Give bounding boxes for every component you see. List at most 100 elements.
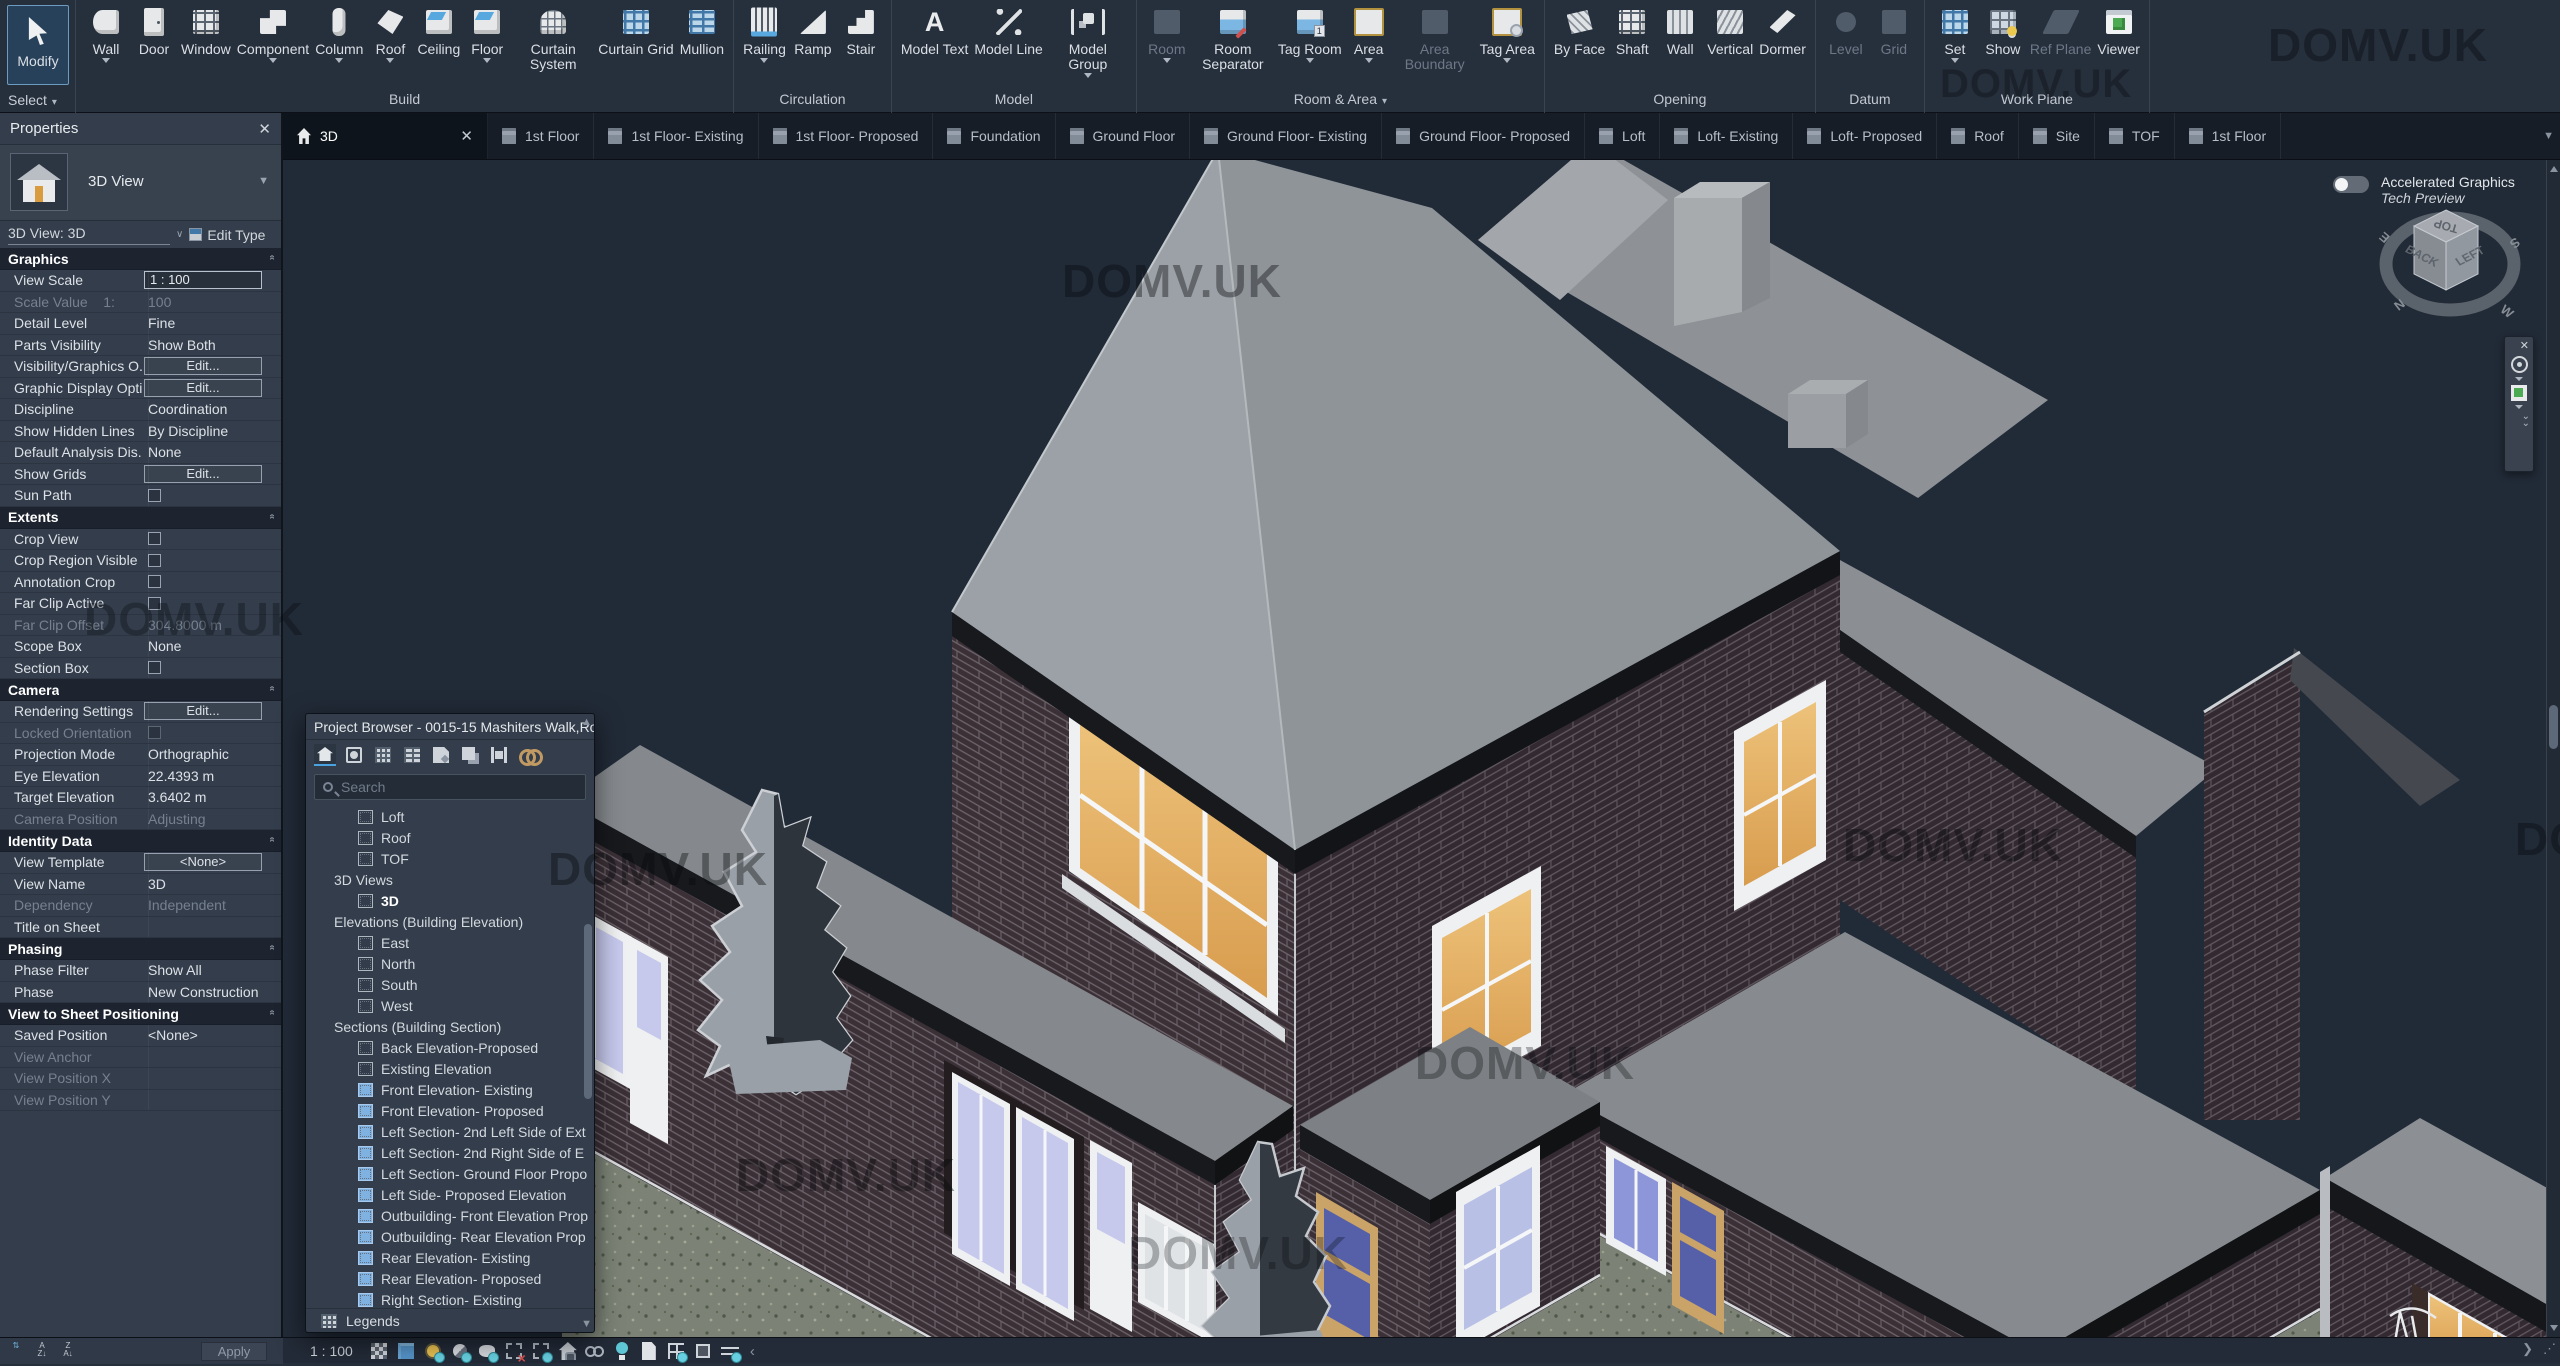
browser-tree-item[interactable]: Left Side- Proposed Elevation <box>306 1184 594 1205</box>
property-edit-button[interactable]: Edit... <box>144 379 262 397</box>
chevron-down-icon[interactable]: ▼ <box>258 175 269 187</box>
property-row[interactable]: Show Hidden Lines By Discipline By Disci… <box>0 421 281 443</box>
browser-tree-item[interactable]: Front Elevation- Proposed <box>306 1100 594 1121</box>
property-checkbox[interactable] <box>148 597 161 610</box>
tool-dropdown-caret[interactable] <box>1503 58 1511 63</box>
link-icon[interactable] <box>517 744 539 766</box>
browser-tree-item[interactable]: Elevations (Building Elevation) <box>306 911 594 932</box>
ribbon-tool[interactable]: Model Text <box>898 0 971 57</box>
scroll-down-arrow[interactable] <box>2550 1325 2558 1331</box>
instance-name[interactable]: 3D View: 3D <box>8 225 170 245</box>
property-row[interactable]: Scale Value 1: 100 100 100 <box>0 292 281 314</box>
tool-dropdown-caret[interactable] <box>1163 58 1171 63</box>
browser-tree-item[interactable]: Front Elevation- Existing <box>306 1079 594 1100</box>
property-checkbox[interactable] <box>148 554 161 567</box>
chevron-down-icon[interactable]: ∨ <box>176 229 183 240</box>
ribbon-tool[interactable]: Floor <box>463 0 511 63</box>
browser-tree-item[interactable]: Existing Elevation <box>306 1058 594 1079</box>
tool-dropdown-caret[interactable] <box>1084 73 1092 78</box>
ribbon-tool[interactable]: Roof <box>366 0 414 63</box>
ribbon-tool[interactable]: Shaft <box>1608 0 1656 57</box>
visual-style-icon[interactable] <box>395 1340 417 1362</box>
locked-3d-icon[interactable] <box>557 1340 579 1362</box>
constraints-icon[interactable] <box>719 1340 741 1362</box>
property-row[interactable]: Scope Box None None None <box>0 636 281 658</box>
tool-dropdown-caret[interactable] <box>269 58 277 63</box>
property-row[interactable]: Saved Position <None> <None> <None> <box>0 1025 281 1047</box>
property-row[interactable]: View to Sheet Positioning <box>0 1003 281 1025</box>
tab-overflow-caret[interactable]: ▼ <box>2543 130 2560 142</box>
views-icon[interactable] <box>314 744 336 766</box>
edit-type-button[interactable]: Edit Type <box>189 227 265 243</box>
ribbon-tool[interactable]: Tag Area <box>1477 0 1538 63</box>
property-checkbox[interactable] <box>148 726 161 739</box>
scroll-up-arrow[interactable] <box>2550 166 2558 172</box>
chevron-down-icon[interactable] <box>2515 405 2523 409</box>
ribbon-tool[interactable]: Curtain Grid <box>595 0 676 57</box>
ribbon-tool[interactable]: Stair <box>837 0 885 57</box>
property-checkbox[interactable] <box>148 532 161 545</box>
view-tab[interactable]: Foundation ✕ <box>933 113 1055 159</box>
browser-tree-item[interactable]: Roof <box>306 827 594 848</box>
property-row[interactable]: Parts Visibility Show Both Show Both Sho… <box>0 335 281 357</box>
ribbon-tool[interactable]: Ref Plane <box>2027 0 2094 57</box>
tool-dropdown-caret[interactable] <box>483 58 491 63</box>
browser-tree-item[interactable]: Outbuilding- Front Elevation Prop <box>306 1205 594 1226</box>
ribbon-group-label[interactable]: Build <box>76 91 733 107</box>
close-icon[interactable]: ✕ <box>2520 339 2529 352</box>
property-row[interactable]: Crop View <box>0 529 281 551</box>
property-row[interactable]: Projection Mode Orthographic Orthographi… <box>0 744 281 766</box>
view-tab[interactable]: Loft ✕ <box>1585 113 1660 159</box>
property-row[interactable]: Phase New Construction New Construction … <box>0 982 281 1004</box>
property-row[interactable]: Discipline Coordination Coordination Coo… <box>0 399 281 421</box>
property-row[interactable]: Eye Elevation 22.4393 m 22.4393 m 22.439… <box>0 766 281 788</box>
ribbon-tool[interactable]: Room Separator <box>1191 0 1275 72</box>
ribbon-group-label[interactable]: Model <box>892 91 1136 107</box>
view-tab[interactable]: Loft- Proposed ✕ <box>1793 113 1937 159</box>
section-pin-icon[interactable] <box>267 255 278 261</box>
ribbon-tool[interactable]: Ceiling <box>414 0 463 57</box>
property-row[interactable]: Far Clip Offset 304.8000 m 304.8000 m 30… <box>0 615 281 637</box>
pan-right-icon[interactable]: ❯ <box>2522 1341 2533 1357</box>
browser-tree-item[interactable]: Back Elevation-Proposed <box>306 1037 594 1058</box>
ribbon-tool[interactable]: Level <box>1822 0 1870 57</box>
section-pin-icon[interactable] <box>267 1010 278 1016</box>
sort-descending-icon[interactable]: ZA↓ <box>58 1342 78 1360</box>
ribbon-tool[interactable]: Viewer <box>2094 0 2143 57</box>
ribbon-tool[interactable]: Window <box>178 0 234 57</box>
view-tab[interactable]: Loft- Existing ✕ <box>1660 113 1793 159</box>
property-row[interactable]: Far Clip Active <box>0 593 281 615</box>
sort-ascending-icon[interactable]: AZ↓ <box>32 1342 52 1360</box>
ribbon-tool[interactable]: Dormer <box>1756 0 1809 57</box>
view-tab[interactable]: 3D ✕ <box>283 113 488 159</box>
ribbon-tool[interactable]: Area <box>1345 0 1393 63</box>
tree-scroll-up-icon[interactable]: ▲ <box>581 716 592 728</box>
property-row[interactable]: Locked Orientation <box>0 723 281 745</box>
property-checkbox[interactable] <box>148 661 161 674</box>
temp-hide-isolate-icon[interactable] <box>611 1340 633 1362</box>
tool-dropdown-caret[interactable] <box>1365 58 1373 63</box>
ribbon-tool[interactable]: Column <box>312 0 366 63</box>
sun-path-icon[interactable] <box>422 1340 444 1362</box>
property-row[interactable]: Title on Sheet <box>0 917 281 939</box>
ribbon-tool[interactable]: Tag Room <box>1275 0 1345 63</box>
section-pin-icon[interactable] <box>267 945 278 951</box>
ribbon-tool[interactable]: By Face <box>1551 0 1608 57</box>
sheets-icon[interactable] <box>430 744 452 766</box>
property-row[interactable]: Section Box <box>0 658 281 680</box>
crop-view-icon[interactable] <box>503 1340 525 1362</box>
ribbon-tool[interactable]: Area Boundary <box>1393 0 1477 72</box>
ribbon-tool[interactable]: Room <box>1143 0 1191 63</box>
tool-dropdown-caret[interactable] <box>1951 58 1959 63</box>
view-tab[interactable]: 1st Floor ✕ <box>488 113 594 159</box>
modify-button[interactable]: Modify <box>7 5 69 85</box>
ribbon-group-label[interactable]: Opening <box>1545 91 1815 107</box>
legends-node[interactable]: Legends <box>306 1308 594 1332</box>
vertical-scrollbar[interactable] <box>2546 160 2560 1337</box>
property-checkbox[interactable] <box>148 575 161 588</box>
view-tab[interactable]: Ground Floor- Proposed ✕ <box>1382 113 1585 159</box>
browser-tree-item[interactable]: Left Section- Ground Floor Propo <box>306 1163 594 1184</box>
property-row[interactable]: Rendering Settings Edit... Edit... Edit.… <box>0 701 281 723</box>
property-row[interactable]: Visibility/Graphics O... Edit... Edit...… <box>0 356 281 378</box>
property-row[interactable]: View Name 3D 3D 3D <box>0 874 281 896</box>
